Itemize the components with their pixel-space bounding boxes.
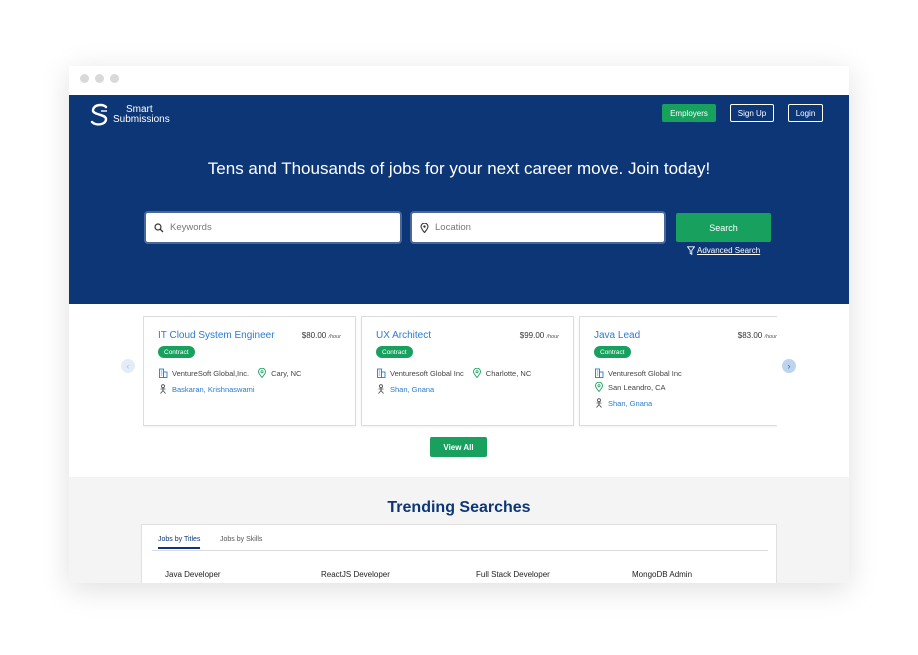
window-dot-icon — [80, 74, 89, 83]
job-contact[interactable]: Shan, Gnana — [608, 399, 652, 408]
person-icon — [378, 384, 384, 394]
job-contact[interactable]: Baskaran, Krishnaswami — [172, 385, 255, 394]
trending-panel: Jobs by Titles Jobs by Skills Java Devel… — [141, 524, 777, 583]
jobs-carousel: IT Cloud System Engineer $80.00 /hour Co… — [143, 316, 777, 428]
job-company-row: VentureSoft Global,Inc. Cary, NC — [158, 368, 301, 378]
job-location: Cary, NC — [271, 368, 302, 378]
job-contact-row: Shan, Gnana — [376, 384, 434, 394]
advanced-search-link[interactable]: Advanced Search — [687, 246, 760, 255]
job-location-row: San Leandro, CA — [594, 382, 666, 392]
carousel-prev-button[interactable]: ‹ — [121, 359, 135, 373]
job-location: San Leandro, CA — [608, 382, 666, 392]
location-input[interactable] — [435, 222, 635, 233]
browser-window: Smart Submissions Employers Sign Up Logi… — [69, 66, 849, 583]
job-company-row: Venturesoft Global Inc — [594, 368, 682, 378]
window-dot-icon — [110, 74, 119, 83]
tab-jobs-by-titles[interactable]: Jobs by Titles — [158, 536, 201, 549]
map-pin-icon — [258, 368, 267, 378]
trending-searches-section: Trending Searches Jobs by Titles Jobs by… — [69, 477, 849, 583]
building-icon — [595, 368, 604, 378]
advanced-search-label: Advanced Search — [697, 246, 761, 255]
carousel-next-button[interactable]: › — [782, 359, 796, 373]
job-rate-value: $80.00 — [301, 331, 327, 340]
job-type-badge: Contract — [376, 346, 413, 358]
hero-headline: Tens and Thousands of jobs for your next… — [207, 159, 711, 178]
building-icon — [377, 368, 386, 378]
keywords-input[interactable] — [170, 222, 370, 233]
view-all-button[interactable]: View All — [430, 437, 487, 457]
job-rate-value: $83.00 — [737, 331, 763, 340]
trending-item[interactable]: ReactJS Developer — [321, 570, 390, 579]
job-card[interactable]: IT Cloud System Engineer $80.00 /hour Co… — [143, 316, 356, 426]
map-pin-icon — [420, 222, 429, 233]
chevron-left-icon: ‹ — [126, 361, 130, 371]
s-logo-icon — [90, 103, 108, 126]
job-company: VentureSoft Global,Inc. — [172, 368, 250, 378]
trending-item[interactable]: MongoDB Admin — [632, 570, 692, 579]
hero-section: Smart Submissions Employers Sign Up Logi… — [69, 95, 849, 304]
job-rate: $83.00 /hour — [738, 331, 777, 340]
search-button[interactable]: Search — [676, 213, 771, 242]
sign-up-button[interactable]: Sign Up — [730, 104, 774, 122]
job-rate-unit: /hour — [328, 334, 341, 340]
featured-jobs-section: ‹ › IT Cloud System Engineer $80.00 /hou… — [69, 304, 849, 477]
logo[interactable]: Smart Submissions — [89, 103, 170, 127]
logo-text-line2: Submissions — [113, 114, 170, 125]
job-location: Charlotte, NC — [485, 368, 532, 378]
job-card[interactable]: Java Lead $83.00 /hour Contract Ventures… — [579, 316, 777, 426]
job-rate-unit: /hour — [764, 334, 777, 340]
building-icon — [159, 368, 168, 378]
tab-jobs-by-skills[interactable]: Jobs by Skills — [220, 536, 262, 547]
job-contact-row: Baskaran, Krishnaswami — [158, 384, 255, 394]
job-type-badge: Contract — [158, 346, 195, 358]
keywords-field[interactable] — [146, 213, 400, 242]
job-company-row: Venturesoft Global Inc Charlotte, NC — [376, 368, 531, 378]
job-company: Venturesoft Global Inc — [390, 368, 464, 378]
map-pin-icon — [595, 382, 603, 392]
job-company: Venturesoft Global Inc — [608, 368, 682, 378]
person-icon — [596, 398, 602, 408]
trending-item[interactable]: Java Developer — [165, 570, 221, 579]
job-title[interactable]: UX Architect — [376, 330, 431, 341]
job-contact-row: Shan, Gnana — [594, 398, 652, 408]
job-rate-value: $99.00 — [519, 331, 545, 340]
trending-heading: Trending Searches — [387, 499, 531, 516]
job-contact[interactable]: Shan, Gnana — [390, 385, 434, 394]
trending-item[interactable]: Full Stack Developer — [476, 570, 550, 579]
window-dot-icon — [95, 74, 104, 83]
job-rate: $99.00 /hour — [520, 331, 559, 340]
chevron-right-icon: › — [787, 361, 791, 371]
map-pin-icon — [472, 368, 481, 378]
login-button[interactable]: Login — [788, 104, 823, 122]
search-icon — [154, 222, 164, 232]
filter-icon — [687, 246, 695, 255]
location-field[interactable] — [412, 213, 664, 242]
job-card[interactable]: UX Architect $99.00 /hour Contract Ventu… — [361, 316, 574, 426]
job-title[interactable]: IT Cloud System Engineer — [158, 330, 275, 341]
job-title[interactable]: Java Lead — [594, 330, 640, 341]
person-icon — [160, 384, 166, 394]
job-rate-unit: /hour — [546, 334, 559, 340]
job-rate: $80.00 /hour — [302, 331, 341, 340]
trending-tabs: Jobs by Titles Jobs by Skills — [152, 525, 768, 551]
employers-button[interactable]: Employers — [662, 104, 716, 122]
job-type-badge: Contract — [594, 346, 631, 358]
window-chrome — [69, 66, 849, 95]
